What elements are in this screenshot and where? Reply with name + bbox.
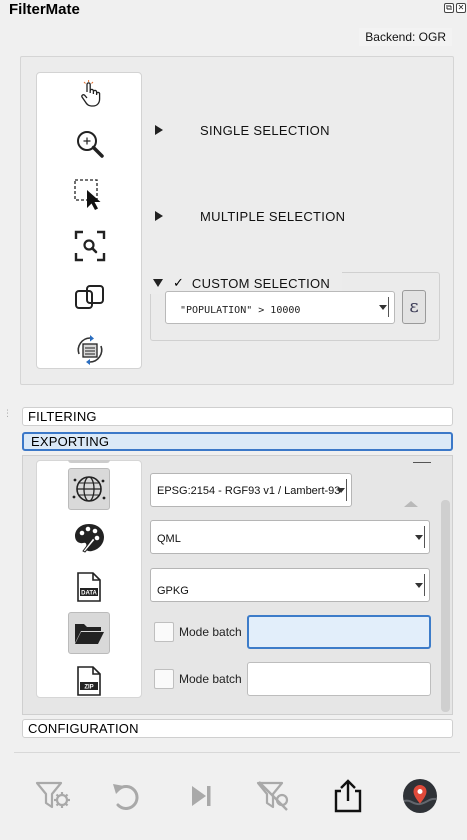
mode-batch-zip-row: Mode batch <box>150 662 242 696</box>
data-format-value: GPKG <box>157 585 189 597</box>
crs-select[interactable]: EPSG:2154 - RGF93 v1 / Lambert-93 <box>150 473 352 507</box>
tab-configuration[interactable]: CONFIGURATION <box>22 719 453 738</box>
mode-batch-label: Mode batch <box>179 625 242 639</box>
layers-icon[interactable] <box>68 460 110 463</box>
filter-button[interactable] <box>34 776 74 816</box>
divider <box>14 752 460 753</box>
pointer-hand-icon[interactable] <box>71 75 109 113</box>
mode-batch-folder-row: Mode batch <box>150 615 242 649</box>
chevron-down-icon[interactable] <box>413 460 431 463</box>
single-selection-toggle[interactable]: SINGLE SELECTION <box>150 117 330 143</box>
backend-badge: Backend: OGR <box>359 28 452 46</box>
duplicate-icon[interactable] <box>71 278 109 316</box>
expand-arrow-icon <box>155 125 163 135</box>
zip-file-icon[interactable]: ZIP <box>68 660 110 702</box>
collapse-arrow-icon <box>153 279 163 287</box>
scrollbar-thumb[interactable] <box>441 500 450 712</box>
output-folder-input[interactable] <box>247 615 431 649</box>
tab-exporting[interactable]: EXPORTING <box>22 432 453 451</box>
export-icon[interactable] <box>328 776 368 816</box>
expression-value: "POPULATION" > 10000 <box>180 305 301 316</box>
projection-globe-icon[interactable] <box>68 468 110 510</box>
expand-arrow-icon <box>155 211 163 221</box>
refresh-layer-icon[interactable] <box>71 331 109 369</box>
selection-toolbar <box>36 72 142 369</box>
data-icon-text: DATA <box>81 591 97 597</box>
scroll-up-icon[interactable] <box>403 500 419 508</box>
data-file-icon[interactable]: DATA <box>68 566 110 608</box>
zip-icon-text: ZIP <box>84 685 93 691</box>
splitter-handle[interactable]: ⋮ <box>3 408 12 419</box>
zip-output-input[interactable] <box>247 662 431 696</box>
expression-combo[interactable]: "POPULATION" > 10000 <box>165 291 395 324</box>
map-pin-icon[interactable] <box>400 776 440 816</box>
undo-button[interactable] <box>106 776 146 816</box>
tab-filtering[interactable]: FILTERING <box>22 407 453 426</box>
unfilter-button[interactable] <box>254 776 294 816</box>
data-format-select[interactable]: GPKG <box>150 568 430 602</box>
mode-batch-checkbox[interactable] <box>154 622 174 642</box>
custom-selection-label: CUSTOM SELECTION <box>191 275 331 291</box>
style-format-select[interactable]: QML <box>150 520 430 554</box>
mode-batch-label: Mode batch <box>179 672 242 686</box>
chevron-down-icon[interactable] <box>379 297 389 317</box>
float-window-icon[interactable]: ⧉ <box>444 3 454 13</box>
title-bar: FilterMate ⧉ ✕ <box>0 0 467 22</box>
chevron-down-icon[interactable] <box>337 479 347 501</box>
zoom-to-selection-icon[interactable] <box>71 227 109 265</box>
chevron-down-icon[interactable] <box>415 574 425 596</box>
zoom-in-icon[interactable] <box>71 125 109 163</box>
style-palette-icon[interactable] <box>68 516 110 558</box>
mode-batch-checkbox[interactable] <box>154 669 174 689</box>
folder-open-icon[interactable] <box>68 612 110 654</box>
chevron-down-icon[interactable] <box>415 526 425 548</box>
crs-value: EPSG:2154 - RGF93 v1 / Lambert-93 <box>157 485 341 497</box>
expression-builder-button[interactable]: ε <box>402 290 426 324</box>
skip-next-icon[interactable] <box>181 776 221 816</box>
custom-selection-checkbox[interactable]: ✓ <box>173 275 184 291</box>
app-title: FilterMate <box>9 1 80 18</box>
select-rectangle-icon[interactable] <box>71 176 109 214</box>
style-format-value: QML <box>157 533 181 545</box>
multiple-selection-toggle[interactable]: MULTIPLE SELECTION <box>150 203 345 229</box>
close-window-icon[interactable]: ✕ <box>456 3 466 13</box>
single-selection-label: SINGLE SELECTION <box>200 122 330 138</box>
multiple-selection-label: MULTIPLE SELECTION <box>200 208 346 224</box>
